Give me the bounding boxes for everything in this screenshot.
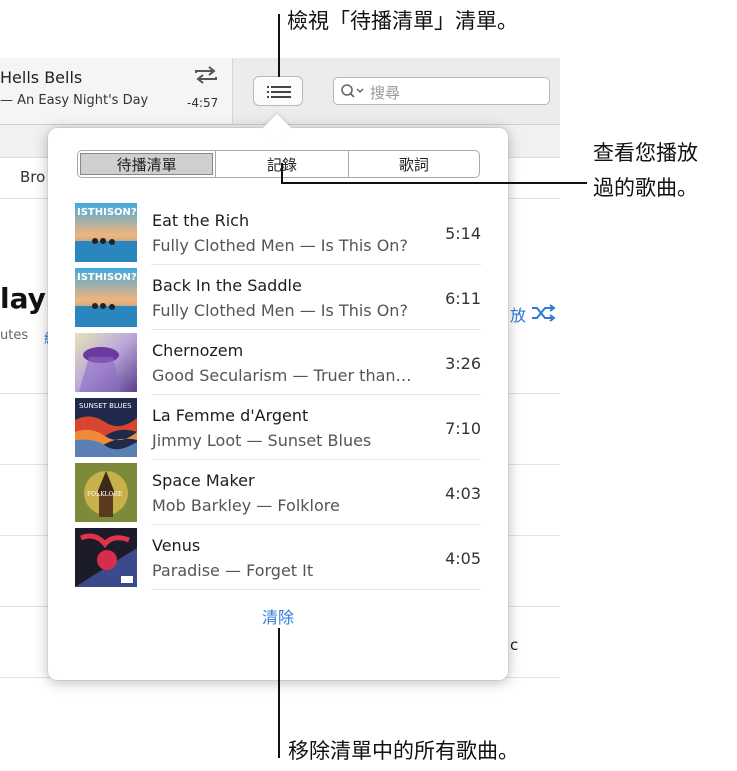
background-text-fragment: c <box>510 636 519 654</box>
track-artist-album: Fully Clothed Men — Is This On? <box>152 236 408 255</box>
callout-line <box>278 628 280 758</box>
callout-up-next: 檢視「待播清單」清單。 <box>287 9 518 33</box>
track-title: La Femme d'Argent <box>152 406 309 425</box>
now-playing-subtitle: — An Easy Night's Day <box>0 93 149 108</box>
album-art: SUNSET BLUES <box>75 398 137 457</box>
now-playing-panel[interactable]: Hells Bells — An Easy Night's Day -4:57 <box>0 58 233 124</box>
shuffle-label-fragment[interactable]: 放 <box>510 302 526 326</box>
track-row[interactable]: Chernozem Good Secularism — Truer than… … <box>75 330 481 395</box>
track-row[interactable]: Venus Paradise — Forget It 4:05 <box>75 525 481 590</box>
repeat-icon[interactable] <box>193 64 219 86</box>
track-artist-album: Good Secularism — Truer than… <box>152 366 412 385</box>
callout-history-line1: 查看您播放 <box>593 141 698 165</box>
svg-text:ISTHISON?: ISTHISON? <box>77 272 137 283</box>
tab-up-next[interactable]: 待播清單 <box>78 151 216 177</box>
track-row[interactable]: FOLKLORE Space Maker Mob Barkley — Folkl… <box>75 460 481 525</box>
album-art: ISTHISON? <box>75 268 137 327</box>
up-next-button[interactable] <box>253 76 303 106</box>
toolbar: Hells Bells — An Easy Night's Day -4:57 … <box>0 58 560 125</box>
callout-line <box>281 182 587 184</box>
track-title: Venus <box>152 536 201 555</box>
track-title: Space Maker <box>152 471 255 490</box>
up-next-popover: 待播清單 記錄 歌詞 ISTHISON? Eat the Rich Fully … <box>48 113 508 680</box>
callout-line <box>281 163 283 184</box>
callout-line <box>278 14 280 77</box>
track-duration: 7:10 <box>445 419 481 438</box>
popover-segmented-control: 待播清單 記錄 歌詞 <box>77 150 480 178</box>
album-art <box>75 333 137 392</box>
track-title: Back In the Saddle <box>152 276 302 295</box>
track-duration: 6:11 <box>445 289 481 308</box>
browse-tab-fragment[interactable]: Bro <box>20 168 45 186</box>
track-artist-album: Paradise — Forget It <box>152 561 314 580</box>
track-title: Chernozem <box>152 341 244 360</box>
tab-lyrics[interactable]: 歌詞 <box>347 151 479 177</box>
list-icon <box>267 86 291 98</box>
track-row[interactable]: ISTHISON? Back In the Saddle Fully Cloth… <box>75 265 481 330</box>
album-art: FOLKLORE <box>75 463 137 522</box>
track-duration: 4:03 <box>445 484 481 503</box>
track-artist-album: Mob Barkley — Folklore <box>152 496 340 515</box>
search-placeholder: 搜尋 <box>370 84 401 102</box>
callout-clear: 移除清單中的所有歌曲。 <box>288 739 519 763</box>
track-duration: 5:14 <box>445 224 481 243</box>
search-field[interactable]: 搜尋 <box>333 77 550 105</box>
now-playing-title: Hells Bells <box>0 68 83 87</box>
row-divider <box>151 589 481 590</box>
shuffle-icon[interactable] <box>531 304 557 322</box>
track-row[interactable]: ISTHISON? Eat the Rich Fully Clothed Men… <box>75 200 481 265</box>
track-artist-album: Jimmy Loot — Sunset Blues <box>152 431 372 450</box>
minutes-fragment: utes <box>0 328 29 343</box>
remaining-time: -4:57 <box>187 96 219 110</box>
clear-button[interactable]: 清除 <box>48 604 508 628</box>
album-art <box>75 528 137 587</box>
track-artist-album: Fully Clothed Men — Is This On? <box>152 301 408 320</box>
svg-text:ISTHISON?: ISTHISON? <box>77 207 137 218</box>
album-art: ISTHISON? <box>75 203 137 262</box>
track-duration: 3:26 <box>445 354 481 373</box>
track-row[interactable]: SUNSET BLUES La Femme d'Argent Jimmy Loo… <box>75 395 481 460</box>
track-duration: 4:05 <box>445 549 481 568</box>
svg-text:SUNSET BLUES: SUNSET BLUES <box>79 402 132 410</box>
search-icon <box>341 84 364 98</box>
svg-text:FOLKLORE: FOLKLORE <box>87 491 122 498</box>
track-title: Eat the Rich <box>152 211 250 230</box>
callout-history-line2: 過的歌曲。 <box>593 176 698 200</box>
